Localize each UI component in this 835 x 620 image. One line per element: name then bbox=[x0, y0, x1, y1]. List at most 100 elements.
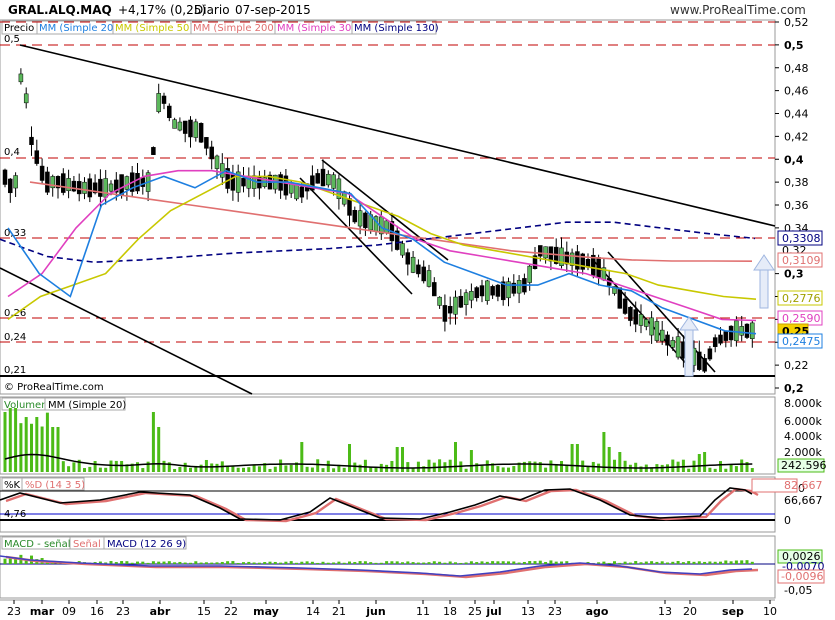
x-tick-label: 10 bbox=[763, 605, 777, 618]
volume-bar bbox=[51, 427, 55, 472]
macd-hist-bar bbox=[183, 562, 187, 564]
volume-bar bbox=[162, 460, 166, 472]
volume-bar bbox=[369, 467, 373, 472]
macd-hist-bar bbox=[279, 562, 283, 564]
candle-body bbox=[214, 155, 220, 169]
macd-hist-bar bbox=[199, 562, 203, 564]
macd-hist-bar bbox=[162, 561, 166, 564]
candle-body bbox=[103, 178, 108, 198]
candle-body bbox=[575, 251, 580, 270]
macd-hist-bar bbox=[210, 562, 214, 564]
volume-bar bbox=[438, 459, 442, 472]
volume-bar bbox=[3, 412, 7, 472]
candle-body bbox=[124, 176, 130, 190]
macd-hist-bar bbox=[528, 561, 532, 564]
left-label-021: 0,21 bbox=[4, 365, 26, 376]
macd-hist-bar bbox=[416, 562, 420, 564]
macd-hist-bar bbox=[342, 562, 346, 564]
volume-bar bbox=[342, 467, 346, 472]
volume-bar bbox=[427, 459, 431, 472]
candle-body bbox=[421, 266, 426, 282]
volume-bar bbox=[189, 467, 192, 472]
volume-bar bbox=[257, 466, 261, 472]
candle-body bbox=[463, 292, 469, 305]
macd-hist-bar bbox=[708, 561, 712, 564]
macd-hist-bar bbox=[257, 562, 261, 564]
volume-bar bbox=[183, 462, 187, 472]
x-tick-label: 21 bbox=[332, 605, 346, 618]
volume-bar bbox=[512, 466, 516, 472]
candle-body bbox=[23, 93, 29, 104]
volume-bar bbox=[713, 468, 717, 472]
x-tick-label: 13 bbox=[521, 605, 535, 618]
candle-body bbox=[516, 280, 522, 294]
candle-body bbox=[458, 295, 464, 308]
macd-hist-bar bbox=[120, 561, 124, 564]
tag-mm50: 0,2776 bbox=[782, 292, 821, 305]
candle-body bbox=[188, 119, 193, 138]
candle-body bbox=[485, 280, 490, 301]
candle-body bbox=[622, 298, 628, 314]
volume-bar bbox=[501, 467, 505, 472]
candle-body bbox=[204, 137, 209, 149]
macd-hist-bar bbox=[496, 561, 500, 564]
candle-body bbox=[474, 287, 479, 299]
volume-bar bbox=[316, 459, 320, 472]
macd-hist-bar bbox=[533, 561, 537, 564]
macd-hist-bar bbox=[263, 562, 267, 564]
candle-body bbox=[29, 136, 34, 145]
volume-bar bbox=[528, 461, 532, 472]
macd-hist-bar bbox=[469, 561, 473, 564]
candle-body bbox=[2, 169, 8, 185]
macd-hist-bar bbox=[554, 561, 558, 564]
volume-bar bbox=[88, 466, 92, 472]
x-tick-label: ago bbox=[586, 605, 609, 618]
x-tick-label: 25 bbox=[468, 605, 482, 618]
stoch-left-label: 4,76 bbox=[4, 509, 26, 520]
volume-bar bbox=[681, 459, 685, 472]
candle-body bbox=[707, 348, 713, 360]
legend-mm130: MM (Simple 130) bbox=[354, 23, 439, 34]
macd-hist-bar bbox=[385, 561, 389, 564]
macd-hist-bar bbox=[231, 561, 235, 564]
volume-bar bbox=[215, 463, 219, 472]
candle-body bbox=[172, 119, 177, 129]
candle-body bbox=[723, 331, 729, 341]
x-tick-label: 23 bbox=[548, 605, 562, 618]
price-tick-label: 0,52 bbox=[784, 16, 809, 29]
macd-hist-bar bbox=[369, 562, 373, 564]
candle-body bbox=[628, 306, 633, 321]
macd-hist-bar bbox=[284, 561, 288, 564]
price-tick-label: 0,4 bbox=[784, 153, 804, 166]
candle-body bbox=[712, 337, 718, 347]
candle-body bbox=[479, 285, 485, 297]
period-label: Diario bbox=[194, 3, 230, 17]
price-tick-label: 0,46 bbox=[784, 85, 809, 98]
price-legend: Precio MM (Simple 20) MM (Simple 50) MM … bbox=[1, 20, 439, 35]
candle-body bbox=[426, 270, 432, 287]
volume-bar bbox=[623, 460, 627, 472]
left-label-05: 0,5 bbox=[4, 34, 20, 45]
macd-hist-bar bbox=[268, 561, 272, 564]
candle-body bbox=[442, 305, 448, 322]
volume-bar bbox=[618, 452, 622, 472]
volume-bar bbox=[8, 408, 12, 472]
legend-mm50: MM (Simple 50) bbox=[115, 23, 193, 34]
volume-bar bbox=[93, 461, 97, 472]
x-tick-label: 20 bbox=[683, 605, 697, 618]
volume-bar bbox=[613, 459, 616, 472]
volume-bar bbox=[72, 462, 76, 472]
volume-bar bbox=[136, 462, 139, 472]
macd-hist-bar bbox=[151, 561, 155, 564]
x-tick-label: 11 bbox=[416, 605, 430, 618]
macd-hist-bar bbox=[321, 561, 325, 564]
macd-hist-bar bbox=[374, 562, 378, 564]
legend-mm20: MM (Simple 20) bbox=[39, 23, 117, 34]
date-label: 07-sep-2015 bbox=[235, 3, 311, 17]
macd-hist-bar bbox=[644, 561, 648, 564]
x-tick-label: sep bbox=[722, 605, 744, 618]
volume-bar bbox=[40, 426, 44, 472]
legend-mm200: MM (Simple 200) bbox=[193, 23, 278, 34]
macd-hist-bar bbox=[358, 561, 362, 564]
macd-hist-bar bbox=[252, 562, 256, 564]
